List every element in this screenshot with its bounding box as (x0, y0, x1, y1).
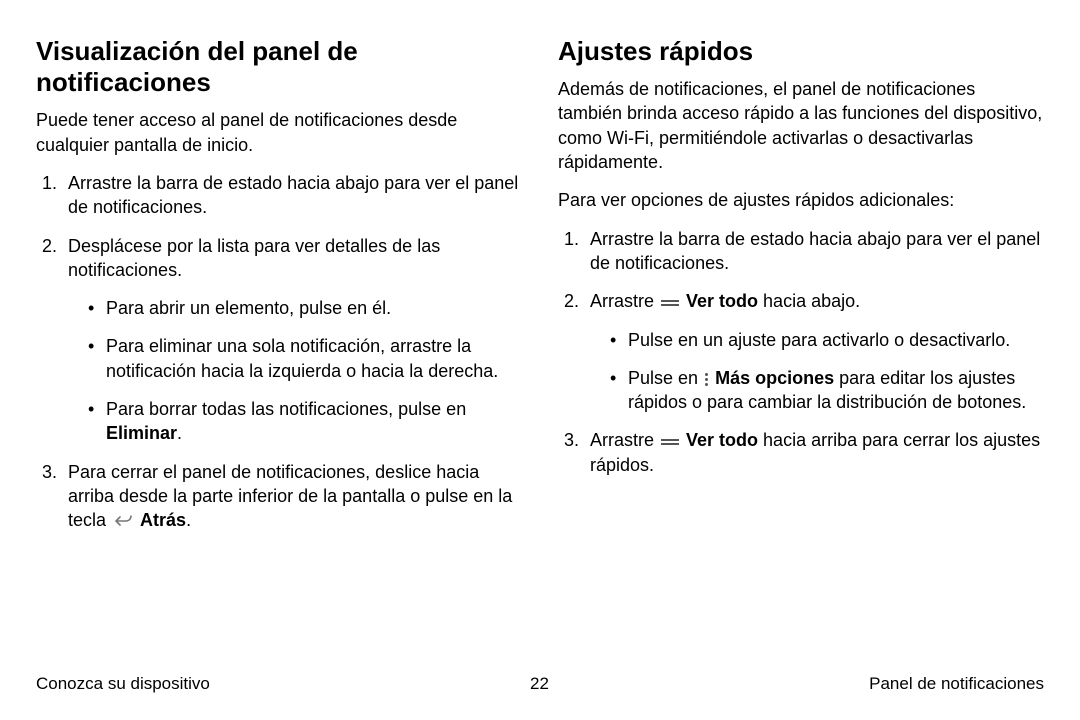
view-all-icon (661, 437, 679, 447)
right-step-3-bold: Ver todo (686, 430, 758, 450)
right-step-2: Arrastre Ver todo hacia abajo. Pulse en … (584, 289, 1044, 414)
left-steps: Arrastre la barra de estado hacia abajo … (36, 171, 522, 533)
page-footer: Conozca su dispositivo 22 Panel de notif… (36, 674, 1044, 694)
right-step-2-b2-pre: Pulse en (628, 368, 703, 388)
right-lead: Para ver opciones de ajustes rápidos adi… (558, 188, 1044, 212)
right-step-2-bullets: Pulse en un ajuste para activarlo o desa… (590, 328, 1044, 415)
back-icon (113, 513, 133, 529)
right-step-2-post: hacia abajo. (758, 291, 860, 311)
right-step-2-pre: Arrastre (590, 291, 659, 311)
right-step-1: Arrastre la barra de estado hacia abajo … (584, 227, 1044, 276)
right-step-2-bullet-2: Pulse en Más opciones para editar los aj… (610, 366, 1044, 415)
right-steps: Arrastre la barra de estado hacia abajo … (558, 227, 1044, 477)
right-step-2-bullet-1: Pulse en un ajuste para activarlo o desa… (610, 328, 1044, 352)
page-columns: Visualización del panel de notificacione… (36, 36, 1044, 547)
left-step-3-post: . (186, 510, 191, 530)
left-heading: Visualización del panel de notificacione… (36, 36, 522, 98)
left-step-2-bullet-1: Para abrir un elemento, pulse en él. (88, 296, 522, 320)
left-step-2: Desplácese por la lista para ver detalle… (62, 234, 522, 446)
view-all-icon (661, 298, 679, 308)
footer-page-number: 22 (530, 674, 549, 694)
right-step-3-pre: Arrastre (590, 430, 659, 450)
right-intro: Además de notificaciones, el panel de no… (558, 77, 1044, 174)
left-step-2-bullet-3: Para borrar todas las notificaciones, pu… (88, 397, 522, 446)
left-step-2-b3-pre: Para borrar todas las notificaciones, pu… (106, 399, 466, 419)
left-step-3-pre: Para cerrar el panel de notificaciones, … (68, 462, 512, 531)
left-step-2-bullet-2: Para eliminar una sola notificación, arr… (88, 334, 522, 383)
right-step-2-bold: Ver todo (686, 291, 758, 311)
left-step-2-text: Desplácese por la lista para ver detalle… (68, 236, 440, 280)
more-options-icon (705, 371, 708, 388)
right-column: Ajustes rápidos Además de notificaciones… (558, 36, 1044, 547)
left-step-2-b3-post: . (177, 423, 182, 443)
right-heading: Ajustes rápidos (558, 36, 1044, 67)
left-column: Visualización del panel de notificacione… (36, 36, 522, 547)
left-step-3: Para cerrar el panel de notificaciones, … (62, 460, 522, 533)
left-step-1: Arrastre la barra de estado hacia abajo … (62, 171, 522, 220)
right-step-3: Arrastre Ver todo hacia arriba para cerr… (584, 428, 1044, 477)
left-step-2-bullets: Para abrir un elemento, pulse en él. Par… (68, 296, 522, 445)
right-step-2-b2-bold: Más opciones (715, 368, 834, 388)
left-intro: Puede tener acceso al panel de notificac… (36, 108, 522, 157)
left-step-3-bold: Atrás (140, 510, 186, 530)
left-step-2-b3-bold: Eliminar (106, 423, 177, 443)
footer-right: Panel de notificaciones (869, 674, 1044, 694)
footer-left: Conozca su dispositivo (36, 674, 210, 694)
